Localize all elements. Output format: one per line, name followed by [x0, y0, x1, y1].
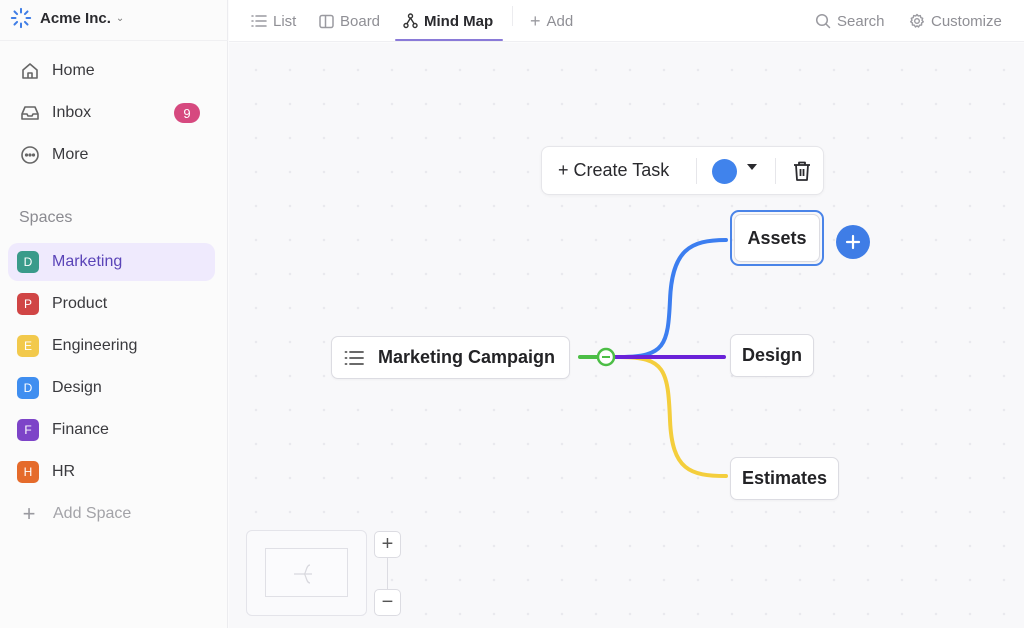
mind-map-node-design[interactable]: Design: [730, 334, 814, 377]
mind-map-node-assets[interactable]: Assets: [734, 214, 820, 262]
node-label: Marketing Campaign: [378, 347, 556, 367]
node-toolbar: + Create Task: [541, 146, 824, 195]
zoom-slider-track[interactable]: [387, 558, 388, 590]
app-window: Acme Inc. ⌄ Home Inbox 9 More Spaces D M…: [0, 0, 1024, 628]
mind-map-node-estimates[interactable]: Estimates: [730, 457, 839, 500]
divider: [775, 158, 776, 184]
edge-assets: [618, 238, 728, 359]
minimap-preview: [294, 564, 312, 584]
edge-estimates: [618, 355, 728, 478]
node-color-swatch[interactable]: [712, 159, 737, 184]
caret-down-icon[interactable]: [747, 164, 757, 170]
mind-map-edges: [578, 238, 728, 478]
minimap-viewport[interactable]: [265, 548, 348, 597]
minimap[interactable]: [246, 530, 367, 616]
add-child-node-button[interactable]: [836, 225, 870, 259]
divider: [696, 158, 697, 184]
node-label: Design: [741, 345, 802, 365]
node-label: Estimates: [741, 468, 828, 488]
zoom-out-button[interactable]: −: [374, 589, 401, 616]
minus-circle-icon[interactable]: [596, 347, 616, 367]
node-label: Assets: [747, 227, 807, 248]
mind-map-root-node[interactable]: Marketing Campaign: [331, 336, 570, 379]
trash-icon[interactable]: [792, 160, 812, 182]
plus-icon: [845, 234, 861, 250]
zoom-in-button[interactable]: +: [374, 531, 401, 558]
create-task-button[interactable]: + Create Task: [558, 160, 669, 181]
list-icon: [344, 350, 364, 365]
